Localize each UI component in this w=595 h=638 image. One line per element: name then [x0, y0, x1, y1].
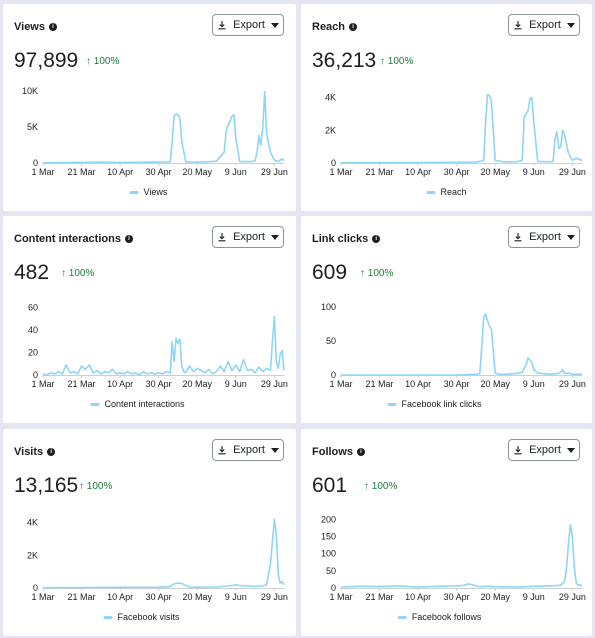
x-tick-label: 29 Jun — [559, 379, 586, 389]
x-tick-label: 1 Mar — [31, 167, 54, 177]
line-chart: 0501001 Mar 21 Mar 10 Apr 30 Apr 20 May 9 Jun… — [321, 302, 586, 409]
x-tick-label: 29 Jun — [559, 167, 586, 177]
x-tick-label: 21 Mar — [366, 592, 394, 602]
x-tick-label: 29 Jun — [261, 592, 288, 602]
x-tick-label: 10 Apr — [107, 592, 133, 602]
metric-card-follows: Follows i Export 601 ↑ 100% 0 50 100 150 200 1 Mar… — [301, 429, 592, 636]
legend-swatch — [90, 403, 100, 406]
x-tick-label: 21 Mar — [366, 379, 394, 389]
line-chart: 0501001502001 Mar 21 Mar 10 Apr 30 Apr 20 Ma… — [321, 514, 586, 622]
x-tick-label: 30 Apr — [146, 592, 172, 602]
legend-swatch — [129, 191, 139, 194]
series-line[interactable] — [42, 315, 285, 376]
legend-swatch — [103, 616, 113, 619]
legend-label[interactable]: Reach — [441, 187, 467, 197]
series-line[interactable] — [42, 518, 285, 589]
y-tick-label: 20 — [28, 348, 38, 358]
y-tick-label: 50 — [326, 566, 336, 576]
y-tick-label: 4K — [325, 93, 336, 103]
line-chart: 02K4K1 Mar 21 Mar 10 Apr 30 Apr 20 May 9 Jun 2… — [325, 93, 586, 197]
series-line[interactable] — [340, 93, 583, 164]
metric-card-views: Views i Export 97,899 ↑ 100% 0 5K 10K 1 Mar 21 Ma… — [3, 4, 296, 211]
x-tick-label: 20 May — [480, 379, 510, 389]
line-chart: 02K4K1 Mar 21 Mar 10 Apr 30 Apr 20 May 9 Jun 2… — [27, 518, 288, 622]
x-tick-label: 29 Jun — [261, 167, 288, 177]
legend-swatch — [426, 191, 436, 194]
x-tick-label: 9 Jun — [225, 379, 247, 389]
x-tick-label: 10 Apr — [107, 167, 133, 177]
x-tick-label: 20 May — [480, 167, 510, 177]
x-tick-label: 10 Apr — [107, 379, 133, 389]
y-tick-label: 100 — [321, 549, 336, 559]
y-tick-label: 2K — [325, 125, 336, 135]
legend-label[interactable]: Facebook follows — [412, 612, 482, 622]
x-tick-label: 1 Mar — [329, 592, 352, 602]
y-tick-label: 40 — [28, 325, 38, 335]
x-tick-label: 10 Apr — [405, 592, 431, 602]
y-tick-label: 200 — [321, 514, 336, 524]
x-tick-label: 20 May — [182, 167, 212, 177]
x-tick-label: 1 Mar — [31, 379, 54, 389]
x-tick-label: 9 Jun — [523, 167, 545, 177]
x-tick-label: 1 Mar — [329, 379, 352, 389]
legend-label[interactable]: Views — [144, 187, 168, 197]
y-tick-label: 150 — [321, 532, 336, 542]
legend-label[interactable]: Facebook link clicks — [402, 399, 483, 409]
series-line[interactable] — [340, 523, 583, 588]
x-tick-label: 30 Apr — [444, 379, 470, 389]
y-tick-label: 60 — [28, 303, 38, 313]
x-tick-label: 21 Mar — [366, 167, 394, 177]
x-tick-label: 20 May — [480, 592, 510, 602]
y-tick-label: 100 — [321, 302, 336, 312]
x-tick-label: 30 Apr — [146, 167, 172, 177]
legend-swatch — [397, 616, 407, 619]
x-tick-label: 9 Jun — [225, 167, 247, 177]
x-tick-label: 9 Jun — [523, 379, 545, 389]
metric-card-visits: Visits i Export 13,165 ↑ 100% 0 2K 4K 1 Mar 21 Ma… — [3, 429, 296, 636]
x-tick-label: 20 May — [182, 592, 212, 602]
x-tick-label: 30 Apr — [146, 379, 172, 389]
series-line[interactable] — [42, 90, 285, 164]
x-tick-label: 21 Mar — [68, 592, 96, 602]
x-tick-label: 1 Mar — [31, 592, 54, 602]
line-chart: 02040601 Mar 21 Mar 10 Apr 30 Apr 20 May 9 Ju… — [28, 303, 288, 410]
x-tick-label: 30 Apr — [444, 592, 470, 602]
x-tick-label: 9 Jun — [523, 592, 545, 602]
x-tick-label: 10 Apr — [405, 167, 431, 177]
x-tick-label: 1 Mar — [329, 167, 352, 177]
x-tick-label: 20 May — [182, 379, 212, 389]
x-tick-label: 21 Mar — [68, 167, 96, 177]
x-tick-label: 10 Apr — [405, 379, 431, 389]
legend-label[interactable]: Content interactions — [105, 399, 186, 409]
metric-card-reach: Reach i Export 36,213 ↑ 100% 0 2K 4K 1 Mar 21 Mar… — [301, 4, 592, 211]
metric-card-link-clicks: Link clicks i Export 609 ↑ 100% 0 50 100 1 Mar 21… — [301, 216, 592, 423]
x-tick-label: 29 Jun — [261, 379, 288, 389]
y-tick-label: 4K — [27, 518, 38, 528]
y-tick-label: 10K — [22, 86, 38, 96]
x-tick-label: 30 Apr — [444, 167, 470, 177]
legend-swatch — [387, 403, 397, 406]
x-tick-label: 29 Jun — [559, 592, 586, 602]
metric-card-content-interactions: Content interactions i Export 482 ↑ 100% 0 20 4… — [3, 216, 296, 423]
y-tick-label: 2K — [27, 550, 38, 560]
legend-label[interactable]: Facebook visits — [118, 612, 181, 622]
series-line[interactable] — [341, 313, 582, 376]
insights-grid: Views i Export 97,899 ↑ 100% 0 5K 10K 1 Mar 21 Ma… — [0, 0, 595, 638]
y-tick-label: 50 — [326, 336, 336, 346]
y-tick-label: 5K — [27, 122, 38, 132]
x-tick-label: 21 Mar — [68, 379, 96, 389]
line-chart: 05K10K1 Mar 21 Mar 10 Apr 30 Apr 20 May 9 Jun… — [22, 86, 288, 197]
x-tick-label: 9 Jun — [225, 592, 247, 602]
